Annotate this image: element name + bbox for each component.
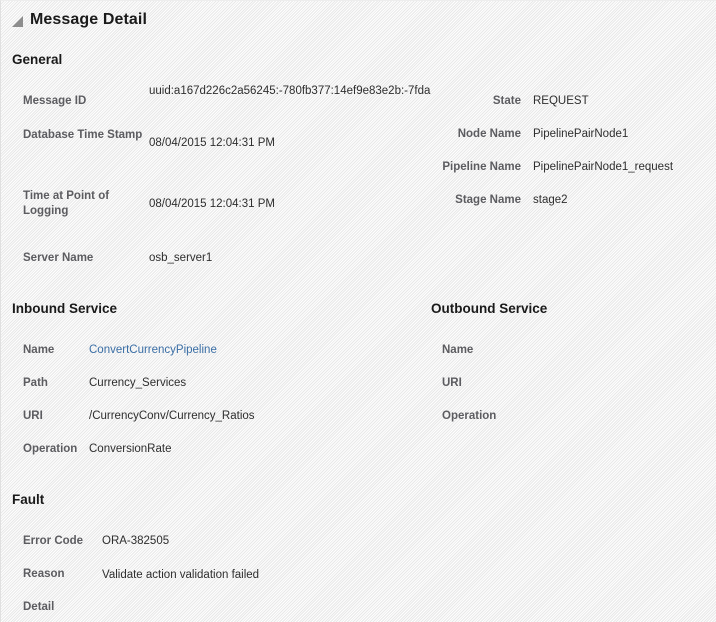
field-value-outbound-uri — [521, 375, 701, 388]
field-value-outbound-name — [521, 342, 701, 355]
section-heading-fault: Fault — [12, 492, 45, 507]
field-value-stage-name: stage2 — [533, 194, 568, 206]
field-value-reason: Validate action validation failed — [102, 569, 260, 581]
field-value-pipeline-name: PipelinePairNode1_request — [533, 161, 674, 173]
section-heading-outbound-service: Outbound Service — [431, 301, 548, 316]
field-label-database-time-stamp: Database Time Stamp — [23, 129, 143, 141]
panel-header[interactable]: Message Detail — [1, 1, 716, 39]
field-label-state: State — [492, 95, 521, 107]
field-value-server-name: osb_server1 — [149, 252, 213, 264]
field-value-inbound-operation: ConversionRate — [89, 443, 172, 455]
section-heading-inbound-service: Inbound Service — [12, 301, 118, 316]
triangle-collapse-icon[interactable] — [12, 15, 23, 27]
message-detail-page: Message Detail General Message ID uuid:a… — [0, 0, 716, 622]
field-label-time-at-point-of-logging: Time at Point of Logging — [23, 190, 110, 217]
field-value-error-code: ORA-382505 — [102, 535, 170, 547]
field-value-state: REQUEST — [533, 95, 589, 107]
field-label-server-name: Server Name — [23, 252, 94, 264]
field-value-inbound-uri: /CurrencyConv/Currency_Ratios — [89, 410, 255, 422]
field-value-message-id: uuid:a167d226c2a56245:-780fb377:14ef9e83… — [149, 85, 431, 97]
page-title: Message Detail — [30, 11, 148, 28]
field-value-inbound-path: Currency_Services — [89, 377, 187, 389]
field-value-node-name: PipelinePairNode1 — [533, 128, 629, 140]
field-label-stage-name: Stage Name — [455, 194, 521, 206]
field-label-message-id: Message ID — [23, 95, 87, 107]
field-label-pipeline-name: Pipeline Name — [442, 161, 521, 173]
field-value-detail — [102, 599, 422, 612]
section-heading-general: General — [12, 52, 63, 67]
field-value-inbound-name[interactable]: ConvertCurrencyPipeline — [89, 342, 349, 359]
field-value-outbound-operation — [521, 408, 701, 421]
field-label-node-name: Node Name — [457, 128, 521, 140]
field-value-database-time-stamp: 08/04/2015 12:04:31 PM — [149, 137, 275, 149]
field-value-time-at-point-of-logging: 08/04/2015 12:04:31 PM — [149, 198, 275, 210]
